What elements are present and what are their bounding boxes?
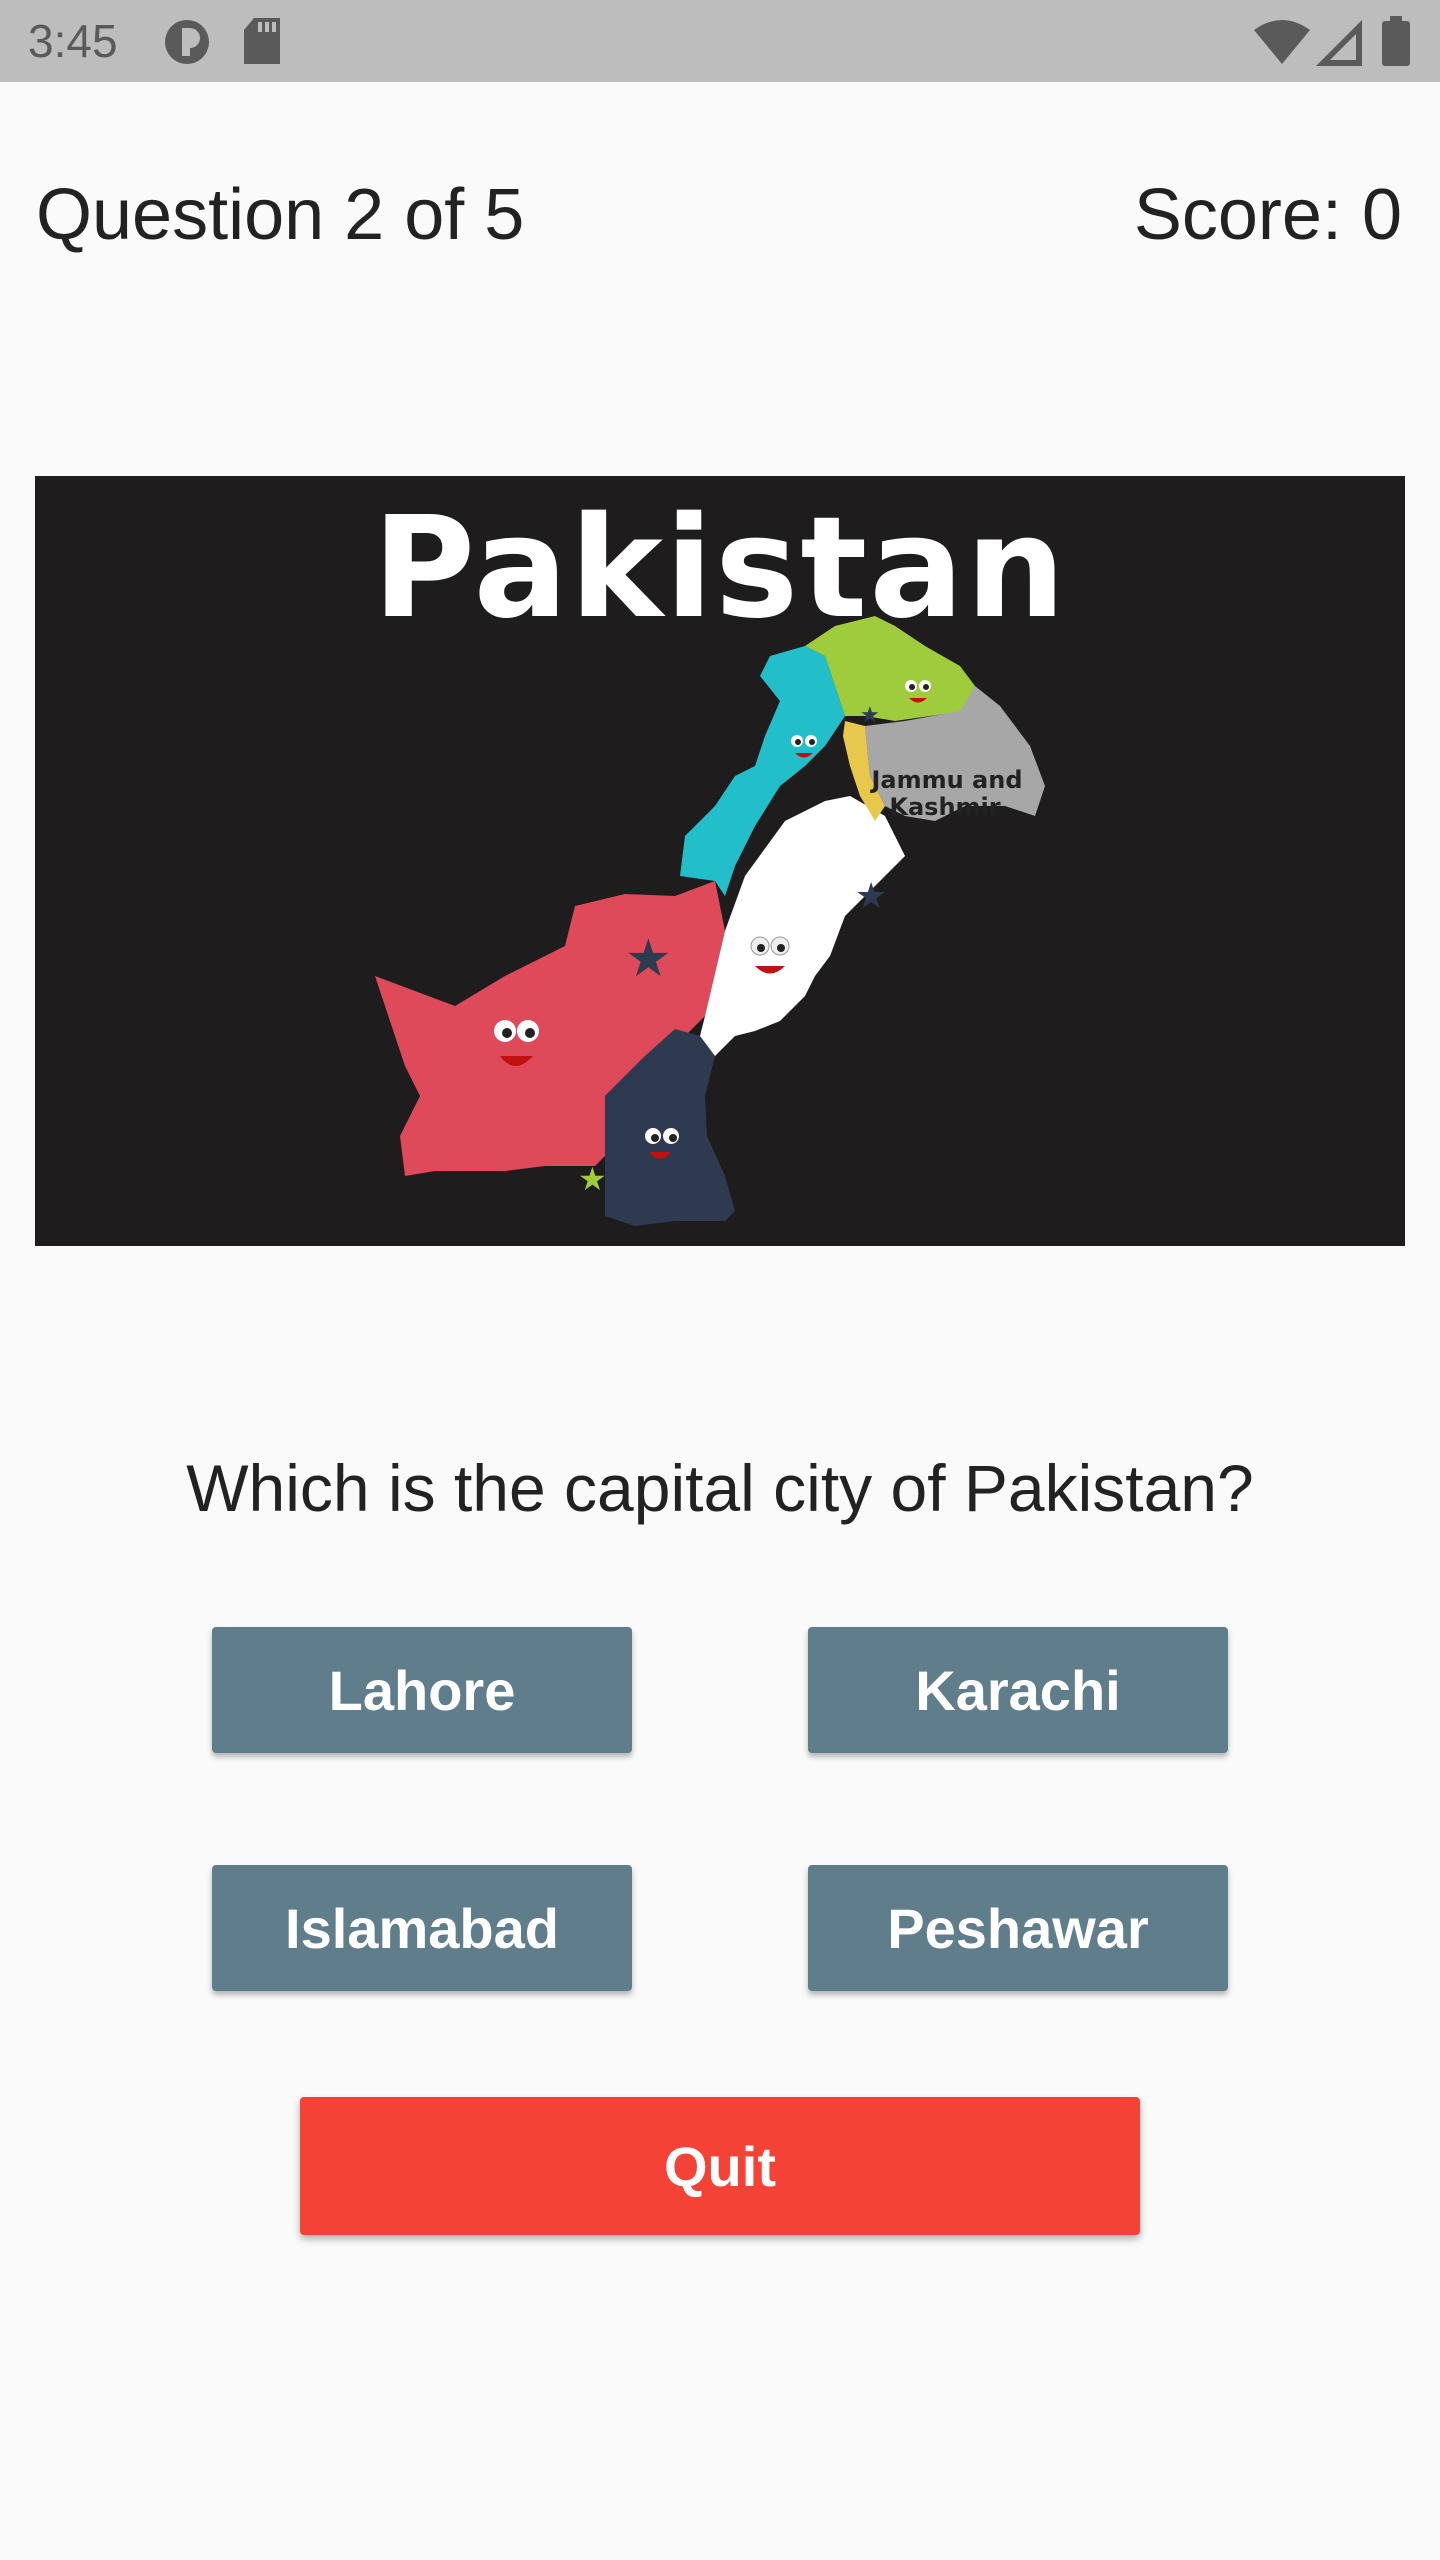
sync-icon [165,20,209,64]
svg-text:Kashmir: Kashmir [889,793,1000,821]
status-time: 3:45 [28,15,118,67]
region-label-kashmir: Jammu and [869,766,1022,794]
signal-icon [1316,20,1362,66]
battery-icon [1382,16,1410,66]
sd-card-icon [244,18,280,64]
svg-text:★: ★ [855,876,887,917]
svg-text:★: ★ [578,1160,607,1198]
wifi-icon [1254,20,1310,64]
option-button-karachi[interactable]: Karachi [808,1627,1228,1753]
svg-text:★: ★ [625,929,672,989]
pakistan-map-image: Pakistan ★ ★ ★ ★ Jammu and Kashmir [35,476,1405,1246]
question-text: Which is the capital city of Pakistan? [186,1451,1254,1525]
question-progress: Question 2 of 5 [36,175,525,255]
option-button-islamabad[interactable]: Islamabad [212,1865,632,1991]
option-button-lahore[interactable]: Lahore [212,1627,632,1753]
score-label: Score: 0 [1133,175,1402,255]
map-illustration: ★ ★ ★ ★ Jammu and Kashmir [375,616,1045,1226]
svg-text:★: ★ [860,703,880,728]
option-button-peshawar[interactable]: Peshawar [808,1865,1228,1991]
status-bar: 3:45 [0,0,1440,82]
quit-button[interactable]: Quit [300,2097,1140,2235]
